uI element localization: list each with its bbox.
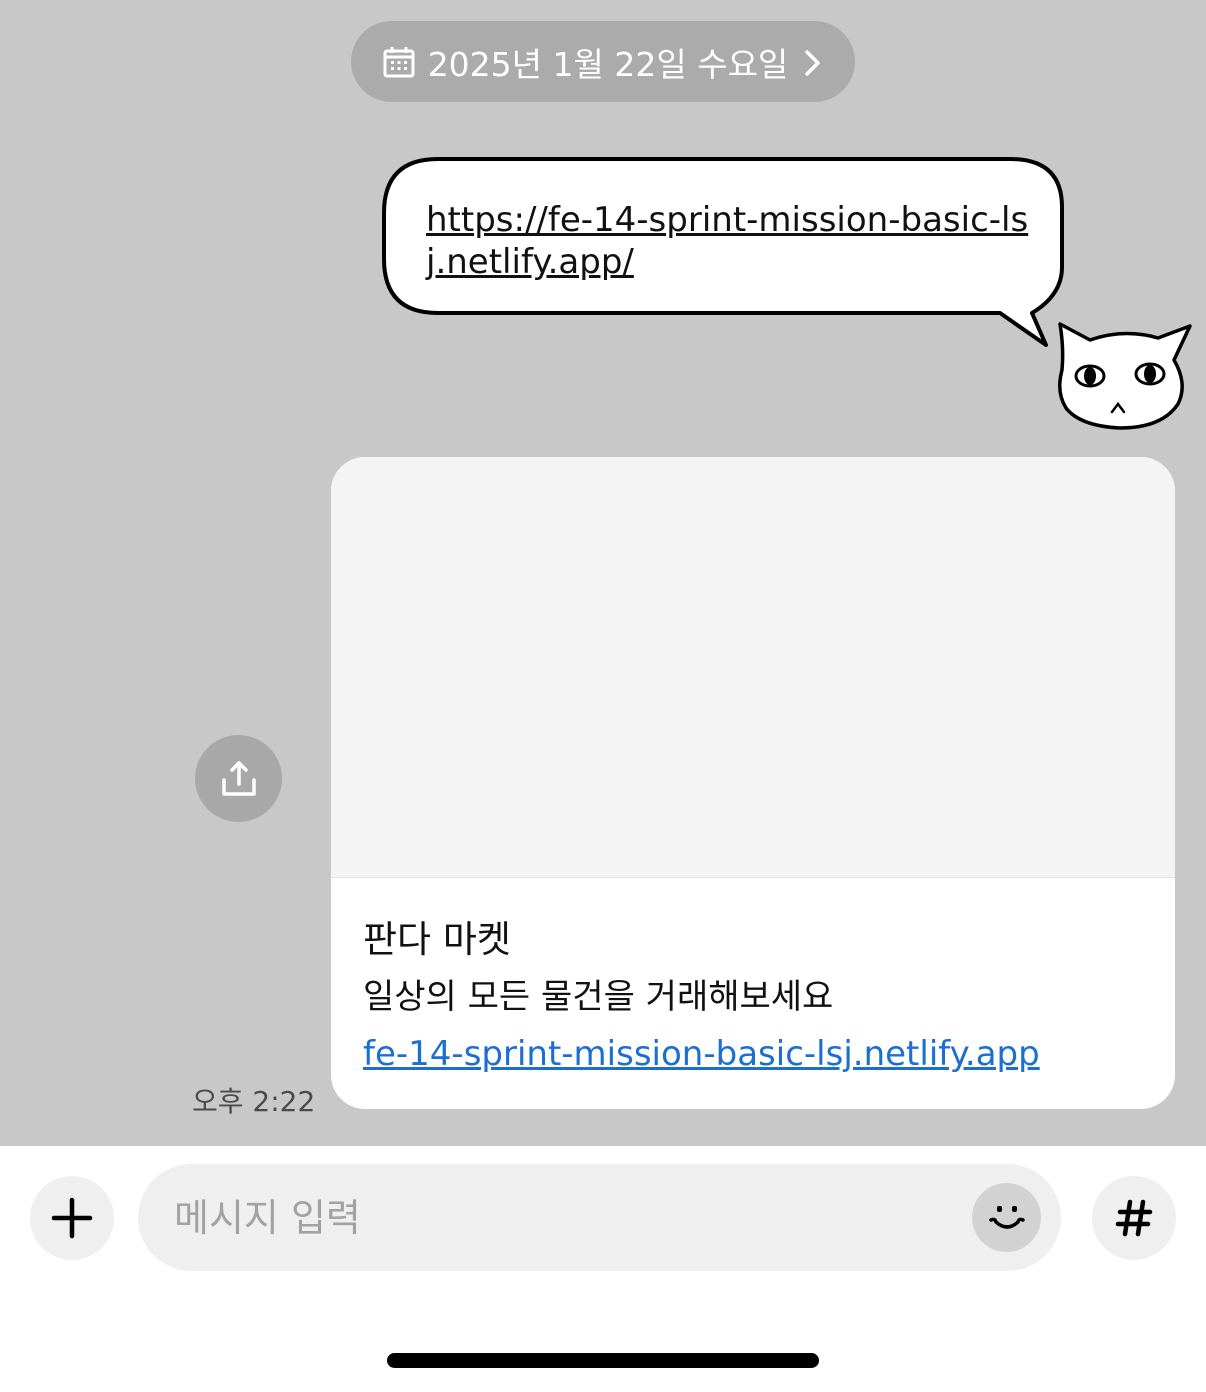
chat-area: 2025년 1월 22일 수요일 https://fe-14-sprint-mi… bbox=[0, 0, 1206, 1146]
link-preview-url[interactable]: fe-14-sprint-mission-basic-lsj.netlify.a… bbox=[363, 1034, 1040, 1074]
plus-icon bbox=[51, 1197, 93, 1239]
emoji-icon bbox=[988, 1205, 1025, 1229]
emoji-button[interactable] bbox=[972, 1183, 1041, 1252]
date-header-label: 2025년 1월 22일 수요일 bbox=[427, 44, 789, 84]
link-preview-description: 일상의 모든 물건을 거래해보세요 bbox=[363, 977, 834, 1017]
speech-bubble-link[interactable]: https://fe-14-sprint-mission-basic-lsj.n… bbox=[426, 199, 1036, 283]
share-button[interactable] bbox=[195, 735, 282, 822]
link-preview-image bbox=[331, 457, 1175, 878]
link-preview-card[interactable]: 판다 마켓 일상의 모든 물건을 거래해보세요 fe-14-sprint-mis… bbox=[331, 457, 1175, 1109]
share-icon bbox=[221, 760, 256, 796]
hashtag-button[interactable] bbox=[1092, 1176, 1176, 1260]
home-indicator[interactable] bbox=[387, 1353, 819, 1368]
message-input[interactable] bbox=[174, 1164, 964, 1271]
calendar-icon bbox=[382, 45, 416, 79]
message-input-container bbox=[138, 1164, 1061, 1271]
speech-bubble-sticker[interactable]: https://fe-14-sprint-mission-basic-lsj.n… bbox=[380, 155, 1070, 355]
attach-plus-button[interactable] bbox=[30, 1176, 114, 1260]
date-header-pill[interactable]: 2025년 1월 22일 수요일 bbox=[351, 21, 855, 102]
chevron-right-icon bbox=[802, 47, 824, 77]
link-preview-title: 판다 마켓 bbox=[363, 918, 511, 961]
message-timestamp: 오후 2:22 bbox=[192, 1085, 316, 1118]
cat-sticker-icon bbox=[1058, 322, 1192, 430]
hashtag-icon bbox=[1115, 1199, 1153, 1237]
